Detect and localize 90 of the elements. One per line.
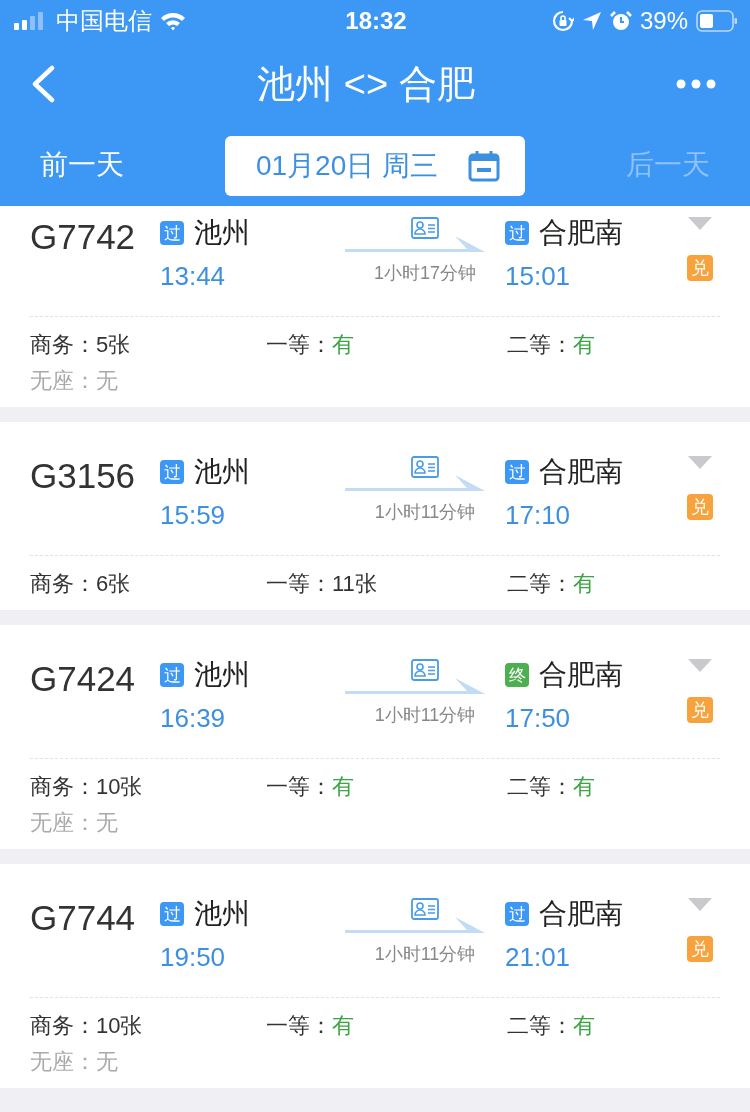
duration-text: 1小时17分钟 [373, 262, 476, 285]
train-card[interactable]: G7744 过 池州 19:50 1小时11分钟 过 合肥南 21:01 兑 商务：10张 一等：有 二等：有 无座：无 [0, 864, 750, 1088]
train-number: G7742 [30, 217, 137, 257]
route-title: 池州 <> 合肥 [257, 61, 475, 107]
alarm-clock-icon [609, 10, 632, 32]
station-badge: 过 [160, 460, 184, 484]
station-badge: 过 [505, 460, 529, 484]
station-name: 池州 [194, 659, 250, 691]
seat-label: 商务： [30, 571, 96, 596]
station-name: 池州 [194, 456, 250, 488]
id-card-icon [411, 659, 439, 681]
seat-availability: 10张 [96, 774, 143, 799]
back-icon[interactable] [30, 65, 56, 103]
rotation-lock-icon [551, 10, 574, 32]
location-arrow-icon [581, 11, 602, 31]
calendar-icon [468, 150, 501, 182]
battery-percentage: 39% [639, 7, 688, 35]
seat-availability: 10张 [96, 1013, 143, 1038]
carrier-name: 中国电信 [56, 6, 152, 36]
seat-label: 一等： [266, 1013, 332, 1038]
more-icon[interactable] [676, 79, 716, 89]
station-badge: 过 [160, 902, 184, 926]
station-name: 合肥南 [539, 456, 623, 488]
time-text: 15:01 [505, 261, 572, 291]
time-text: 19:50 [160, 942, 227, 972]
battery-icon [696, 10, 738, 32]
exchange-badge: 兑 [687, 936, 713, 962]
seat-label: 一等： [266, 332, 332, 357]
train-card[interactable]: G7742 过 池州 13:44 1小时17分钟 过 合肥南 15:01 兑 商务：5张 一等：有 二等：有 无座：无 [0, 206, 750, 407]
seat-label: 商务： [30, 774, 96, 799]
exchange-badge: 兑 [687, 697, 713, 723]
seat-availability: 有 [573, 332, 595, 357]
seat-label: 二等： [507, 774, 573, 799]
seat-availability: 5张 [96, 332, 131, 357]
seat-label: 二等： [507, 1013, 573, 1038]
seat-label: 商务： [30, 1013, 96, 1038]
seat-availability: 无 [96, 810, 118, 835]
dropdown-icon[interactable] [688, 217, 712, 231]
seat-availability: 有 [332, 774, 354, 799]
seat-availability: 无 [96, 1049, 118, 1074]
seat-label: 一等： [266, 571, 332, 596]
wifi-icon [160, 11, 186, 31]
seat-availability: 有 [573, 571, 595, 596]
station-name: 池州 [194, 898, 250, 930]
station-name: 合肥南 [539, 217, 623, 249]
duration-text: 1小时11分钟 [374, 943, 476, 966]
station-name: 合肥南 [539, 898, 623, 930]
seat-availability: 6张 [96, 571, 131, 596]
duration-text: 1小时11分钟 [374, 501, 476, 524]
id-card-icon [411, 456, 439, 478]
time-text: 21:01 [505, 942, 572, 972]
dropdown-icon[interactable] [688, 898, 712, 912]
clock-time: 18:32 [345, 7, 407, 35]
exchange-badge: 兑 [687, 494, 713, 520]
train-card[interactable]: G7424 过 池州 16:39 1小时11分钟 终 合肥南 17:50 兑 商务：10张 一等：有 二等：有 无座：无 [0, 625, 750, 849]
train-number: G7744 [30, 898, 137, 938]
time-text: 17:50 [505, 703, 572, 733]
train-number: G7424 [30, 659, 137, 699]
seat-label: 无座： [30, 368, 96, 393]
id-card-icon [411, 217, 439, 239]
seat-availability: 有 [573, 774, 595, 799]
time-text: 17:10 [505, 500, 572, 530]
station-badge: 过 [505, 902, 529, 926]
station-badge: 过 [160, 221, 184, 245]
seat-availability: 11张 [332, 571, 377, 596]
seat-label: 二等： [507, 571, 573, 596]
time-text: 15:59 [160, 500, 227, 530]
seat-availability: 有 [332, 332, 354, 357]
seat-label: 商务： [30, 332, 96, 357]
time-text: 13:44 [160, 261, 227, 291]
station-badge: 过 [160, 663, 184, 687]
seat-label: 一等： [266, 774, 332, 799]
seat-label: 二等： [507, 332, 573, 357]
station-name: 池州 [194, 217, 250, 249]
dropdown-icon[interactable] [688, 456, 712, 470]
train-number: G3156 [30, 456, 137, 496]
exchange-badge: 兑 [687, 255, 713, 281]
time-text: 16:39 [160, 703, 227, 733]
station-badge: 过 [505, 221, 529, 245]
station-name: 合肥南 [539, 659, 623, 691]
id-card-icon [411, 898, 439, 920]
station-badge: 终 [505, 663, 529, 687]
duration-text: 1小时11分钟 [374, 704, 476, 727]
seat-label: 无座： [30, 810, 96, 835]
seat-label: 无座： [30, 1049, 96, 1074]
train-card[interactable]: G3156 过 池州 15:59 1小时11分钟 过 合肥南 17:10 兑 商务：6张 一等：11张 二等：有 [0, 422, 750, 610]
seat-availability: 有 [332, 1013, 354, 1038]
seat-availability: 无 [96, 368, 118, 393]
dropdown-icon[interactable] [688, 659, 712, 673]
seat-availability: 有 [573, 1013, 595, 1038]
